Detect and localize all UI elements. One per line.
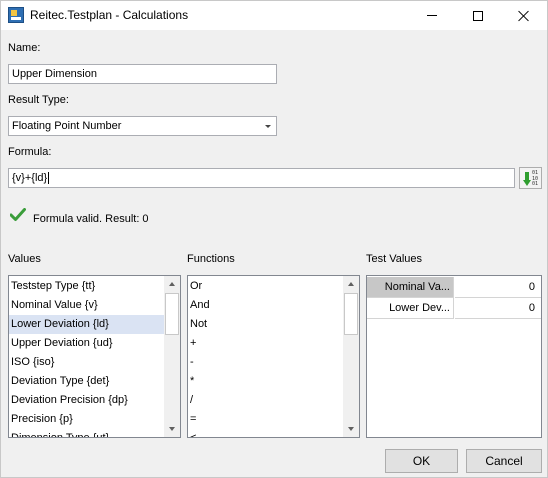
cancel-button[interactable]: Cancel	[466, 449, 542, 473]
insert-value-button[interactable]: 01 10 01	[519, 167, 542, 189]
result-type-value: Floating Point Number	[12, 120, 122, 132]
title-bar: Reitec.Testplan - Calculations	[1, 1, 547, 30]
values-label: Values	[8, 253, 41, 265]
list-item[interactable]: Not	[188, 315, 343, 334]
name-value: Upper Dimension	[12, 68, 97, 80]
name-label: Name:	[8, 42, 41, 54]
list-item[interactable]: *	[188, 372, 343, 391]
list-item[interactable]: Upper Deviation {ud}	[9, 334, 164, 353]
functions-list[interactable]: Or And Not + - * / = <	[187, 275, 360, 438]
close-icon	[518, 10, 530, 22]
test-value-input[interactable]: 0	[455, 277, 541, 298]
binary-digits-icon: 01 10 01	[532, 170, 539, 187]
minimize-icon	[427, 15, 437, 16]
result-type-dropdown[interactable]: Floating Point Number	[8, 116, 277, 136]
scroll-up-icon[interactable]	[343, 276, 359, 292]
list-item[interactable]: Or	[188, 277, 343, 296]
list-item[interactable]: -	[188, 353, 343, 372]
list-item[interactable]: +	[188, 334, 343, 353]
list-item[interactable]: =	[188, 410, 343, 429]
list-item[interactable]: Deviation Precision {dp}	[9, 391, 164, 410]
functions-scrollbar[interactable]	[343, 276, 359, 437]
list-item[interactable]: Nominal Value {v}	[9, 296, 164, 315]
scroll-up-icon[interactable]	[164, 276, 180, 292]
validation-message: Formula valid. Result: 0	[33, 213, 149, 225]
calculations-window: Reitec.Testplan - Calculations Name: Upp…	[0, 0, 548, 478]
list-item[interactable]: Teststep Type {tt}	[9, 277, 164, 296]
maximize-button[interactable]	[455, 1, 501, 30]
table-row[interactable]: Lower Dev... 0	[367, 298, 541, 319]
test-value-name[interactable]: Nominal Va...	[367, 277, 454, 298]
formula-input[interactable]: {v}+{ld}	[8, 168, 515, 188]
close-button[interactable]	[501, 1, 547, 30]
minimize-button[interactable]	[409, 1, 455, 30]
table-row[interactable]: Nominal Va... 0	[367, 277, 541, 298]
chevron-down-icon	[265, 125, 271, 128]
scroll-thumb[interactable]	[344, 293, 358, 335]
window-title: Reitec.Testplan - Calculations	[30, 8, 189, 22]
test-value-name[interactable]: Lower Dev...	[367, 298, 454, 319]
list-item[interactable]: ISO {iso}	[9, 353, 164, 372]
formula-label: Formula:	[8, 146, 52, 158]
scroll-thumb[interactable]	[165, 293, 179, 335]
app-icon	[8, 7, 24, 23]
list-item[interactable]: /	[188, 391, 343, 410]
list-item[interactable]: Precision {p}	[9, 410, 164, 429]
result-type-label: Result Type:	[8, 94, 69, 106]
test-values-grid[interactable]: Nominal Va... 0 Lower Dev... 0	[366, 275, 542, 438]
list-item[interactable]: Dimension Type {ut}	[9, 429, 164, 437]
test-value-input[interactable]: 0	[455, 298, 541, 319]
text-caret	[48, 172, 50, 185]
list-item-selected[interactable]: Lower Deviation {ld}	[9, 315, 164, 334]
checkmark-icon	[10, 208, 26, 221]
ok-button[interactable]: OK	[385, 449, 458, 473]
scroll-down-icon[interactable]	[343, 421, 359, 437]
list-item[interactable]: <	[188, 429, 343, 437]
list-item[interactable]: And	[188, 296, 343, 315]
insert-arrow-icon	[523, 172, 531, 186]
name-input[interactable]: Upper Dimension	[8, 64, 277, 84]
list-item[interactable]: Deviation Type {det}	[9, 372, 164, 391]
maximize-icon	[473, 10, 483, 21]
values-scrollbar[interactable]	[164, 276, 180, 437]
formula-value: {v}+{ld}	[12, 172, 48, 184]
functions-label: Functions	[187, 253, 235, 265]
test-values-label: Test Values	[366, 253, 423, 265]
scroll-down-icon[interactable]	[164, 421, 180, 437]
values-list[interactable]: Teststep Type {tt} Nominal Value {v} Low…	[8, 275, 181, 438]
